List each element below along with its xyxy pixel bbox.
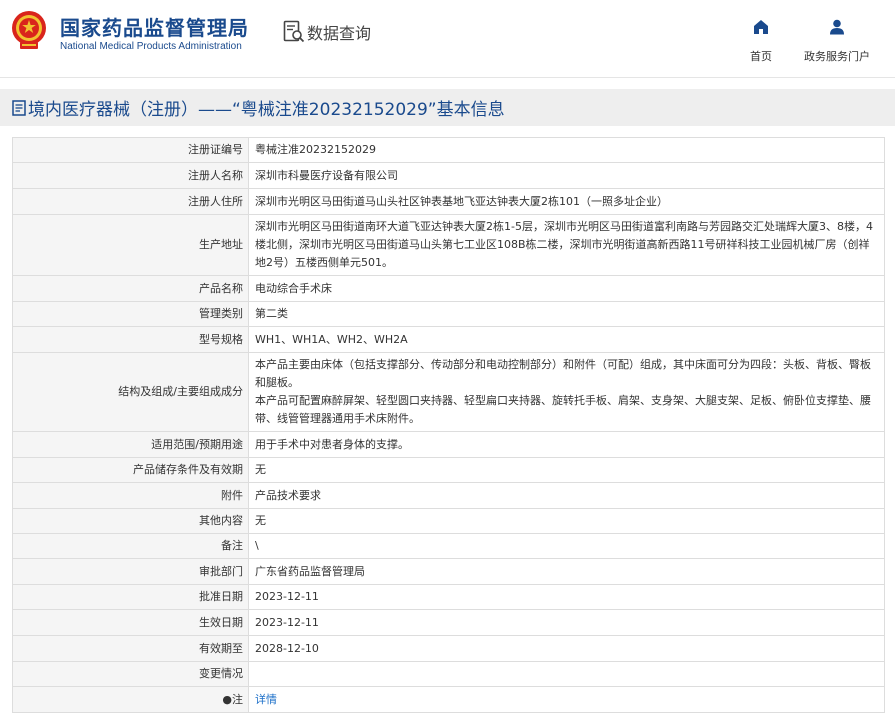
row-value: 深圳市光明区马田街道南环大道飞亚达钟表大厦2栋1-5层，深圳市光明区马田街道富利…	[248, 214, 885, 276]
row-label: 注册人住所	[12, 188, 249, 215]
row-label: 变更情况	[12, 661, 249, 687]
row-value	[248, 661, 885, 687]
document-icon	[12, 99, 26, 116]
home-icon	[754, 20, 768, 34]
row-label: 结构及组成/主要组成成分	[12, 352, 249, 432]
row-value: 2023-12-11	[248, 584, 885, 610]
row-value: 深圳市科曼医疗设备有限公司	[248, 162, 885, 189]
table-row: 管理类别 第二类	[12, 301, 885, 327]
row-value: 产品技术要求	[248, 482, 885, 509]
table-row: 生产地址 深圳市光明区马田街道南环大道飞亚达钟表大厦2栋1-5层，深圳市光明区马…	[12, 214, 885, 276]
data-query-link[interactable]: 数据查询	[283, 20, 371, 44]
table-row: 备注 \	[12, 533, 885, 559]
table-row: 审批部门 广东省药品监督管理局	[12, 558, 885, 585]
row-value: 本产品主要由床体（包括支撑部分、传动部分和电动控制部分）和附件（可配）组成，其中…	[248, 352, 885, 432]
row-label: 产品名称	[12, 275, 249, 302]
org-name-cn: 国家药品监督管理局	[60, 16, 249, 40]
table-row: 结构及组成/主要组成成分 本产品主要由床体（包括支撑部分、传动部分和电动控制部分…	[12, 352, 885, 432]
row-label: 审批部门	[12, 558, 249, 585]
table-row: 变更情况	[12, 661, 885, 687]
page-title: 境内医疗器械（注册）——“粤械注准20232152029”基本信息	[28, 100, 505, 120]
nav-home-label: 首页	[750, 50, 772, 63]
row-label: 注册证编号	[12, 137, 249, 163]
table-row: 生效日期 2023-12-11	[12, 609, 885, 636]
page-title-bar: 境内医疗器械（注册）——“粤械注准20232152029”基本信息	[0, 89, 895, 126]
row-label-note: ●注	[12, 686, 249, 713]
row-label: 生产地址	[12, 214, 249, 276]
row-label: 注册人名称	[12, 162, 249, 189]
row-value-line: 本产品可配置麻醉屏架、轻型圆口夹持器、轻型扁口夹持器、旋转托手板、肩架、支身架、…	[255, 394, 871, 425]
row-label: 其他内容	[12, 508, 249, 534]
nav-service-portal[interactable]: 政务服务门户	[798, 18, 876, 64]
table-row: 有效期至 2028-12-10	[12, 635, 885, 662]
row-value: 广东省药品监督管理局	[248, 558, 885, 585]
row-label: 注	[232, 692, 243, 706]
user-icon	[830, 19, 844, 35]
row-value: 深圳市光明区马田街道马山头社区钟表基地飞亚达钟表大厦2栋101（一照多址企业）	[248, 188, 885, 215]
site-header: 国家药品监督管理局 National Medical Products Admi…	[0, 0, 895, 78]
row-label: 有效期至	[12, 635, 249, 662]
table-row: 批准日期 2023-12-11	[12, 584, 885, 610]
row-label: 型号规格	[12, 326, 249, 353]
row-label: 备注	[12, 533, 249, 559]
nav-home[interactable]: 首页	[742, 18, 780, 64]
table-row: 其他内容 无	[12, 508, 885, 534]
table-row: ●注 详情	[12, 686, 885, 713]
detail-link[interactable]: 详情	[255, 693, 277, 706]
row-value-line: 本产品主要由床体（包括支撑部分、传动部分和电动控制部分）和附件（可配）组成，其中…	[255, 358, 871, 389]
row-value: 无	[248, 457, 885, 483]
bullet-icon: ●	[222, 692, 232, 706]
row-value: 用于手术中对患者身体的支撑。	[248, 431, 885, 458]
national-emblem-icon	[12, 11, 46, 49]
row-label: 产品储存条件及有效期	[12, 457, 249, 483]
registration-info-table: 注册证编号 粤械注准20232152029 注册人名称 深圳市科曼医疗设备有限公…	[12, 137, 885, 713]
table-row: 注册人名称 深圳市科曼医疗设备有限公司	[12, 162, 885, 189]
row-value: WH1、WH1A、WH2、WH2A	[248, 326, 885, 353]
row-value: 详情	[248, 686, 885, 713]
table-row: 适用范围/预期用途 用于手术中对患者身体的支撑。	[12, 431, 885, 458]
row-label: 附件	[12, 482, 249, 509]
table-row: 产品名称 电动综合手术床	[12, 275, 885, 302]
row-value: 电动综合手术床	[248, 275, 885, 302]
row-value: 粤械注准20232152029	[248, 137, 885, 163]
data-query-label: 数据查询	[307, 24, 372, 43]
table-row: 注册证编号 粤械注准20232152029	[12, 137, 885, 163]
row-label: 批准日期	[12, 584, 249, 610]
org-name-en: National Medical Products Administration	[60, 41, 242, 52]
row-value: 第二类	[248, 301, 885, 327]
table-row: 注册人住所 深圳市光明区马田街道马山头社区钟表基地飞亚达钟表大厦2栋101（一照…	[12, 188, 885, 215]
nav-service-label: 政务服务门户	[804, 50, 870, 63]
row-value: \	[248, 533, 885, 559]
row-label: 生效日期	[12, 609, 249, 636]
row-label: 管理类别	[12, 301, 249, 327]
document-search-icon	[283, 20, 305, 43]
row-value: 2023-12-11	[248, 609, 885, 636]
row-label: 适用范围/预期用途	[12, 431, 249, 458]
table-row: 产品储存条件及有效期 无	[12, 457, 885, 483]
table-row: 型号规格 WH1、WH1A、WH2、WH2A	[12, 326, 885, 353]
row-value: 无	[248, 508, 885, 534]
row-value: 2028-12-10	[248, 635, 885, 662]
table-row: 附件 产品技术要求	[12, 482, 885, 509]
